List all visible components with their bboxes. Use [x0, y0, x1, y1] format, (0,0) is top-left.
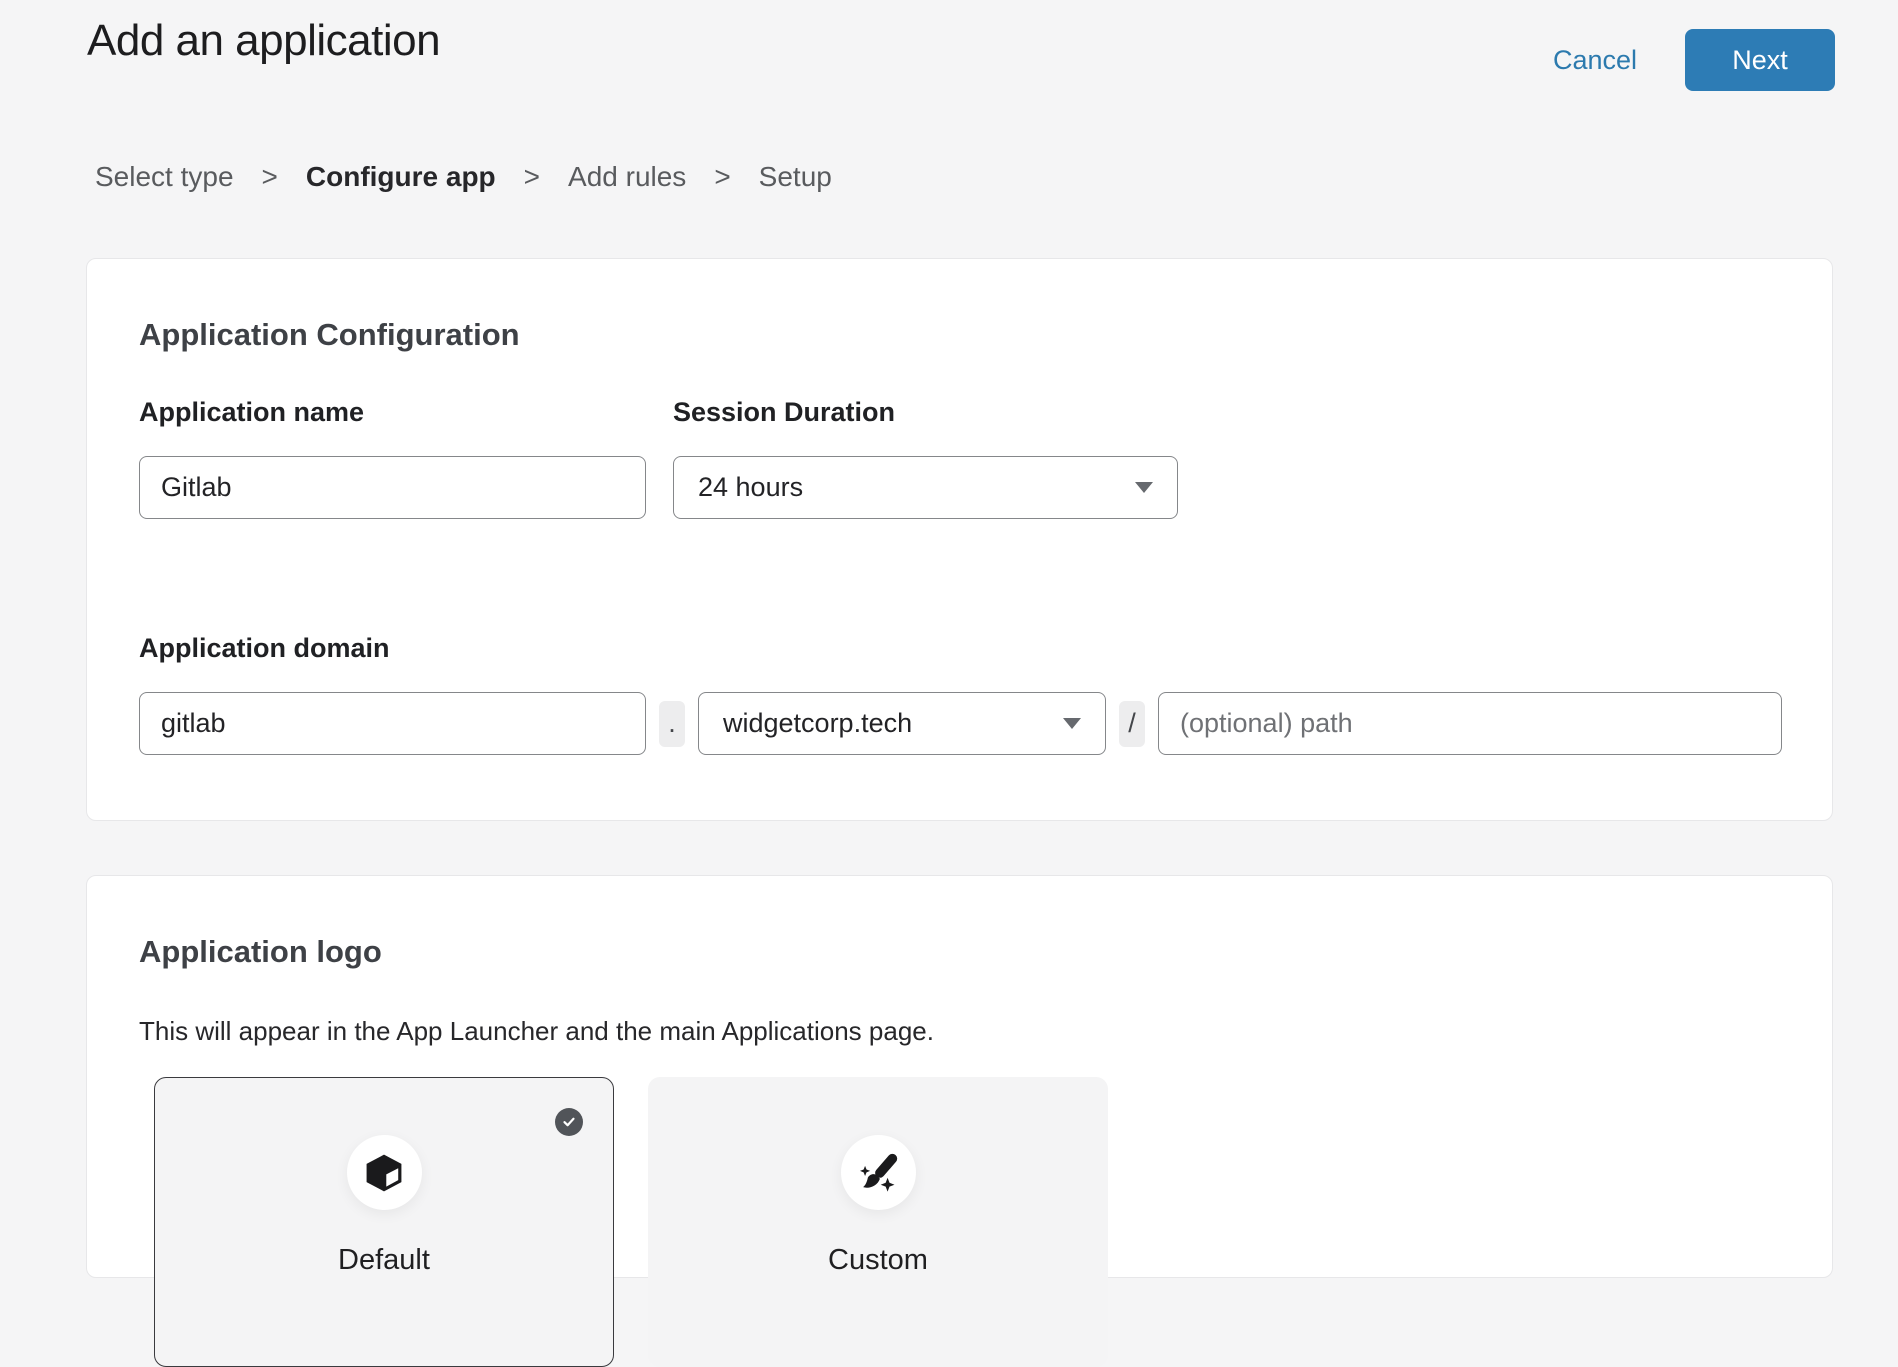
cube-icon: [347, 1135, 422, 1210]
check-icon: [555, 1108, 583, 1136]
logo-options: Default Custom: [154, 1077, 1780, 1367]
breadcrumb: Select type > Configure app > Add rules …: [95, 160, 1898, 194]
next-button[interactable]: Next: [1685, 29, 1835, 91]
chevron-down-icon: [1135, 482, 1153, 493]
path-input[interactable]: [1158, 692, 1782, 755]
breadcrumb-separator: >: [714, 160, 730, 194]
logo-option-custom[interactable]: Custom: [648, 1077, 1108, 1367]
application-domain-row: . widgetcorp.tech /: [139, 692, 1780, 755]
logo-option-label: Default: [338, 1244, 430, 1277]
session-duration-field-wrap: 24 hours: [673, 456, 1178, 519]
breadcrumb-separator: >: [524, 160, 540, 194]
breadcrumb-step-configure-app[interactable]: Configure app: [306, 160, 496, 194]
application-configuration-card: Application Configuration Application na…: [86, 258, 1833, 821]
application-name-input[interactable]: [139, 456, 646, 519]
breadcrumb-step-select-type[interactable]: Select type: [95, 160, 234, 194]
application-logo-heading: Application logo: [139, 932, 1780, 972]
application-configuration-heading: Application Configuration: [139, 315, 1780, 355]
breadcrumb-step-setup[interactable]: Setup: [759, 160, 832, 194]
name-session-labels: Application name Session Duration 24 hou…: [139, 396, 1780, 519]
paintbrush-icon: [841, 1135, 916, 1210]
logo-option-label: Custom: [828, 1244, 928, 1277]
application-logo-description: This will appear in the App Launcher and…: [139, 1015, 1780, 1047]
chevron-down-icon: [1063, 718, 1081, 729]
breadcrumb-step-add-rules[interactable]: Add rules: [568, 160, 686, 194]
logo-option-default[interactable]: Default: [154, 1077, 614, 1367]
session-duration-select[interactable]: 24 hours: [673, 456, 1178, 519]
application-name-field-wrap: [139, 456, 646, 519]
application-name-label: Application name: [139, 396, 646, 429]
header-actions: Cancel Next: [1553, 29, 1835, 91]
subdomain-input[interactable]: [139, 692, 646, 755]
application-domain-label: Application domain: [139, 632, 1780, 665]
breadcrumb-separator: >: [262, 160, 278, 194]
session-duration-label: Session Duration: [673, 396, 1178, 429]
domain-select-value: widgetcorp.tech: [723, 708, 912, 739]
slash-separator: /: [1119, 701, 1145, 747]
page-header: Add an application Cancel Next: [0, 16, 1898, 66]
application-logo-card: Application logo This will appear in the…: [86, 875, 1833, 1278]
dot-separator: .: [659, 701, 685, 747]
cancel-button[interactable]: Cancel: [1553, 45, 1637, 76]
session-duration-value: 24 hours: [698, 472, 803, 503]
domain-select[interactable]: widgetcorp.tech: [698, 692, 1106, 755]
